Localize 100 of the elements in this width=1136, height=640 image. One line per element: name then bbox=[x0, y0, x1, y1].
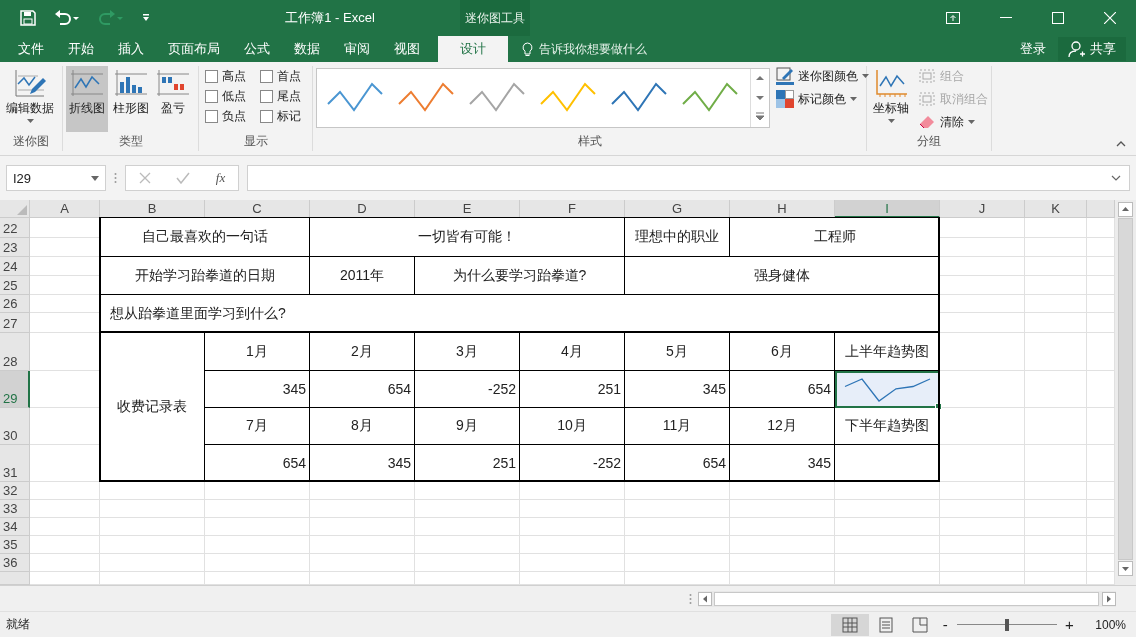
column-header[interactable]: E bbox=[415, 200, 520, 218]
ribbon-tab[interactable]: 数据 bbox=[282, 36, 332, 62]
row-header[interactable]: 33 bbox=[0, 500, 30, 518]
group-label: 样式 bbox=[576, 133, 603, 150]
tell-me-search[interactable]: 告诉我你想要做什么 bbox=[522, 36, 647, 62]
dashed-frame-icon bbox=[918, 91, 936, 107]
row-header[interactable]: 25 bbox=[0, 276, 30, 295]
row-header[interactable]: 22 bbox=[0, 218, 30, 238]
pencil-icon bbox=[776, 67, 794, 85]
clear-button[interactable]: 清除 bbox=[918, 112, 988, 132]
show-option-checkbox[interactable]: 负点 bbox=[205, 108, 252, 125]
expand-caret-icon[interactable] bbox=[1111, 175, 1121, 181]
column-header[interactable]: H bbox=[730, 200, 835, 218]
name-box[interactable]: I29 bbox=[6, 165, 106, 191]
ribbon-tab[interactable]: 开始 bbox=[56, 36, 106, 62]
caret-icon bbox=[862, 74, 869, 78]
scroll-thumb[interactable] bbox=[714, 591, 1099, 606]
column-header[interactable]: B bbox=[100, 200, 205, 218]
axis-chart-icon bbox=[874, 68, 908, 98]
ribbon-tab[interactable]: 视图 bbox=[382, 36, 432, 62]
table-cell: 工程师 bbox=[730, 218, 940, 257]
show-option-checkbox[interactable]: 高点 bbox=[205, 68, 252, 85]
table-cell: 11月 bbox=[625, 408, 730, 445]
show-option-checkbox[interactable]: 尾点 bbox=[259, 88, 306, 105]
minimize-icon[interactable] bbox=[1000, 17, 1012, 19]
zoom-in-button[interactable]: + bbox=[1061, 616, 1078, 633]
ribbon-tab[interactable]: 页面布局 bbox=[156, 36, 232, 62]
row-header[interactable]: 29 bbox=[0, 371, 30, 408]
grip-dots-icon[interactable] bbox=[689, 592, 692, 605]
column-header[interactable]: F bbox=[520, 200, 625, 218]
group-label: 分组 bbox=[916, 133, 942, 150]
grip-dots-icon[interactable] bbox=[114, 172, 117, 184]
table-cell: 2月 bbox=[310, 333, 415, 371]
maximize-icon[interactable] bbox=[1052, 12, 1064, 24]
sign-in-link[interactable]: 登录 bbox=[1020, 36, 1046, 62]
insert-function-button[interactable]: fx bbox=[215, 170, 226, 186]
column-header[interactable]: C bbox=[205, 200, 310, 218]
column-header[interactable]: G bbox=[625, 200, 730, 218]
row-header[interactable]: 23 bbox=[0, 238, 30, 257]
winloss-chart-icon bbox=[157, 68, 189, 98]
row-header[interactable]: 27 bbox=[0, 313, 30, 333]
save-icon[interactable] bbox=[20, 10, 36, 26]
ribbon-tab[interactable]: 审阅 bbox=[332, 36, 382, 62]
scroll-down-icon[interactable] bbox=[1118, 561, 1133, 576]
axis-button[interactable]: 坐标轴 bbox=[870, 66, 912, 132]
column-header[interactable]: I bbox=[835, 200, 940, 218]
lightbulb-icon bbox=[522, 41, 533, 57]
scroll-up-icon[interactable] bbox=[1118, 202, 1133, 217]
row-header[interactable]: 35 bbox=[0, 536, 30, 554]
show-option-checkbox[interactable]: 低点 bbox=[205, 88, 252, 105]
normal-view-icon[interactable] bbox=[831, 613, 870, 636]
scroll-left-icon[interactable] bbox=[698, 591, 712, 606]
zoom-slider-thumb[interactable] bbox=[1005, 618, 1010, 631]
column-header[interactable]: D bbox=[310, 200, 415, 218]
row-header[interactable]: 34 bbox=[0, 518, 30, 536]
show-option-checkbox[interactable]: 标记 bbox=[259, 108, 306, 125]
column-header[interactable]: J bbox=[940, 200, 1025, 218]
share-button[interactable]: 共享 bbox=[1058, 37, 1126, 61]
zoom-out-button[interactable]: - bbox=[937, 616, 954, 633]
winloss-type-button[interactable]: 盈亏 bbox=[154, 66, 192, 132]
caret-icon bbox=[968, 120, 975, 124]
column-header[interactable]: K bbox=[1025, 200, 1087, 218]
ribbon-tab[interactable]: 文件 bbox=[6, 36, 56, 62]
sparkline-color-button[interactable]: 迷你图颜色 bbox=[776, 66, 869, 86]
show-option-checkbox[interactable]: 首点 bbox=[259, 68, 306, 85]
column-type-button[interactable]: 柱形图 bbox=[110, 66, 152, 132]
formula-input[interactable] bbox=[247, 165, 1130, 191]
edit-data-button[interactable]: 编辑数据 bbox=[3, 66, 57, 132]
close-icon[interactable] bbox=[1104, 12, 1116, 24]
table-cell: 345 bbox=[625, 371, 730, 408]
column-header[interactable]: A bbox=[30, 200, 100, 218]
table-cell: 8月 bbox=[310, 408, 415, 445]
scroll-right-icon[interactable] bbox=[1102, 591, 1116, 606]
collapse-ribbon-icon[interactable] bbox=[1116, 141, 1126, 147]
scroll-thumb[interactable] bbox=[1118, 218, 1133, 560]
table-cell: 3月 bbox=[415, 333, 520, 371]
horizontal-scrollbar[interactable] bbox=[698, 590, 1116, 607]
status-text: 就绪 bbox=[5, 616, 30, 633]
customize-caret-icon[interactable] bbox=[142, 14, 150, 22]
zoom-level[interactable]: 100% bbox=[1077, 617, 1136, 632]
ribbon-tab[interactable]: 插入 bbox=[106, 36, 156, 62]
ribbon-tab[interactable]: 设计 bbox=[438, 36, 508, 62]
table-cell: 654 bbox=[310, 371, 415, 408]
row-header[interactable]: 32 bbox=[0, 482, 30, 500]
row-header[interactable]: 26 bbox=[0, 295, 30, 313]
line-type-button[interactable]: 折线图 bbox=[66, 66, 108, 132]
table-cell: 251 bbox=[520, 371, 625, 408]
table-cell: 7月 bbox=[205, 408, 310, 445]
row-header[interactable]: 31 bbox=[0, 445, 30, 482]
ribbon-display-icon[interactable] bbox=[946, 12, 960, 24]
caret-icon[interactable] bbox=[91, 175, 99, 181]
undo-icon[interactable] bbox=[54, 10, 80, 26]
vertical-scrollbar[interactable] bbox=[1115, 200, 1136, 585]
marker-color-button[interactable]: 标记颜色 bbox=[776, 89, 869, 109]
row-header[interactable]: 28 bbox=[0, 333, 30, 371]
row-header[interactable]: 30 bbox=[0, 408, 30, 445]
ribbon-tab[interactable]: 公式 bbox=[232, 36, 282, 62]
row-header[interactable]: 36 bbox=[0, 554, 30, 572]
row-header[interactable]: 24 bbox=[0, 257, 30, 276]
column-chart-icon bbox=[115, 68, 147, 98]
